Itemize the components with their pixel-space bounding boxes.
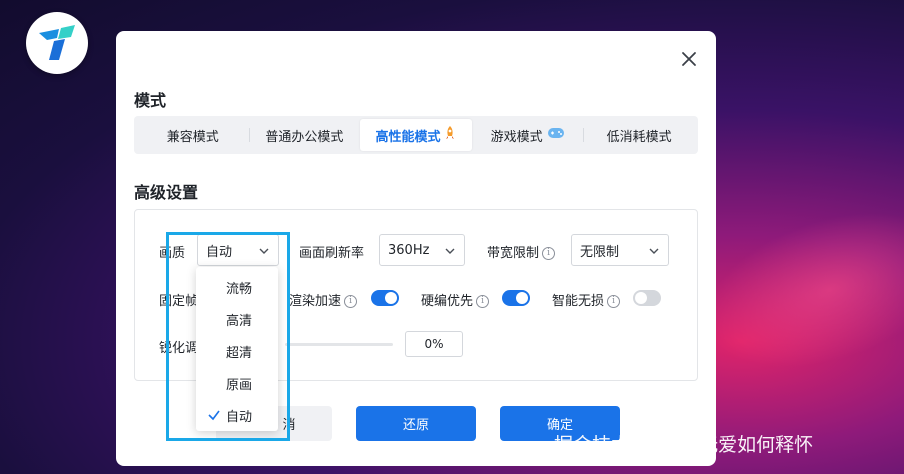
tab-compatible-mode[interactable]: 兼容模式: [137, 119, 249, 151]
chevron-down-icon: [649, 248, 659, 254]
restore-button-label: 还原: [402, 418, 429, 433]
smart-lossless-label: 智能无损 i: [552, 290, 621, 309]
tab-game-mode[interactable]: 游戏模式: [472, 119, 584, 151]
refresh-rate-select[interactable]: 360Hz: [379, 234, 465, 266]
hw-encode-label: 硬编优先 i: [421, 290, 490, 309]
advanced-section-title: 高级设置: [134, 183, 199, 202]
sharpen-value: 0%: [424, 337, 444, 351]
close-icon: [682, 52, 696, 66]
close-button[interactable]: [678, 48, 700, 70]
hw-encode-toggle[interactable]: [502, 290, 530, 306]
bandwidth-label: 带宽限制 i: [487, 242, 556, 261]
refresh-rate-label: 画面刷新率: [299, 246, 365, 261]
logo-icon: [39, 25, 75, 60]
option-label: 高清: [226, 313, 253, 329]
smart-lossless-label-text: 智能无损: [552, 294, 605, 309]
dropdown-option-auto[interactable]: 自动: [196, 399, 278, 431]
quality-select-value: 自动: [206, 244, 233, 260]
tab-label: 游戏模式: [490, 129, 543, 145]
tab-label: 高性能模式: [375, 129, 441, 145]
dropdown-option-uhd[interactable]: 超清: [196, 335, 278, 367]
bandwidth-value: 无限制: [580, 244, 620, 260]
sharpen-label: 锐化调: [159, 341, 199, 356]
fixed-fps-label: 固定帧: [159, 294, 199, 309]
hw-encode-label-text: 硬编优先: [421, 294, 474, 309]
info-icon[interactable]: i: [476, 295, 490, 308]
rocket-icon: [444, 126, 456, 144]
chevron-down-icon: [445, 248, 455, 254]
chevron-down-icon: [259, 248, 269, 254]
option-label: 原画: [226, 377, 253, 393]
app-logo: [26, 12, 88, 74]
quality-label: 画质: [159, 246, 186, 261]
mode-section-title: 模式: [134, 91, 167, 110]
watermark-text: 掘金技术社区 @ 无爱如何释怀: [554, 434, 814, 456]
check-icon: [208, 410, 220, 421]
quality-dropdown-menu: 流畅 高清 超清 原画 自动: [196, 267, 278, 431]
info-icon[interactable]: i: [607, 295, 621, 308]
mode-tabs: 兼容模式 普通办公模式 高性能模式 游戏模式 低消耗模式: [134, 116, 698, 154]
restore-button[interactable]: 还原: [356, 406, 476, 441]
sharpen-value-input[interactable]: 0%: [405, 331, 463, 357]
background-glow: [684, 183, 904, 397]
info-icon[interactable]: i: [344, 295, 358, 308]
option-label: 自动: [226, 409, 253, 425]
info-icon[interactable]: i: [542, 247, 556, 260]
gamepad-icon: [547, 127, 565, 143]
tab-label: 兼容模式: [166, 129, 219, 145]
tab-office-mode[interactable]: 普通办公模式: [248, 119, 361, 151]
quality-select[interactable]: 自动: [197, 234, 279, 266]
tab-label: 普通办公模式: [265, 129, 344, 145]
smart-lossless-toggle[interactable]: [633, 290, 661, 306]
option-label: 超清: [226, 345, 253, 361]
option-label: 流畅: [226, 281, 253, 297]
render-accel-label: 渲染加速 i: [289, 290, 358, 309]
dropdown-option-smooth[interactable]: 流畅: [196, 271, 278, 303]
cancel-button-label: 消: [282, 418, 296, 433]
refresh-rate-value: 360Hz: [388, 242, 430, 258]
render-accel-toggle[interactable]: [371, 290, 399, 306]
dropdown-option-hd[interactable]: 高清: [196, 303, 278, 335]
tab-label: 低消耗模式: [606, 129, 672, 145]
render-accel-label-text: 渲染加速: [289, 294, 342, 309]
tab-low-power-mode[interactable]: 低消耗模式: [583, 119, 695, 151]
tab-high-performance-mode[interactable]: 高性能模式: [360, 119, 472, 151]
bandwidth-select[interactable]: 无限制: [571, 234, 669, 266]
bandwidth-label-text: 带宽限制: [487, 246, 540, 261]
sharpen-slider[interactable]: [285, 343, 393, 346]
dropdown-option-original[interactable]: 原画: [196, 367, 278, 399]
